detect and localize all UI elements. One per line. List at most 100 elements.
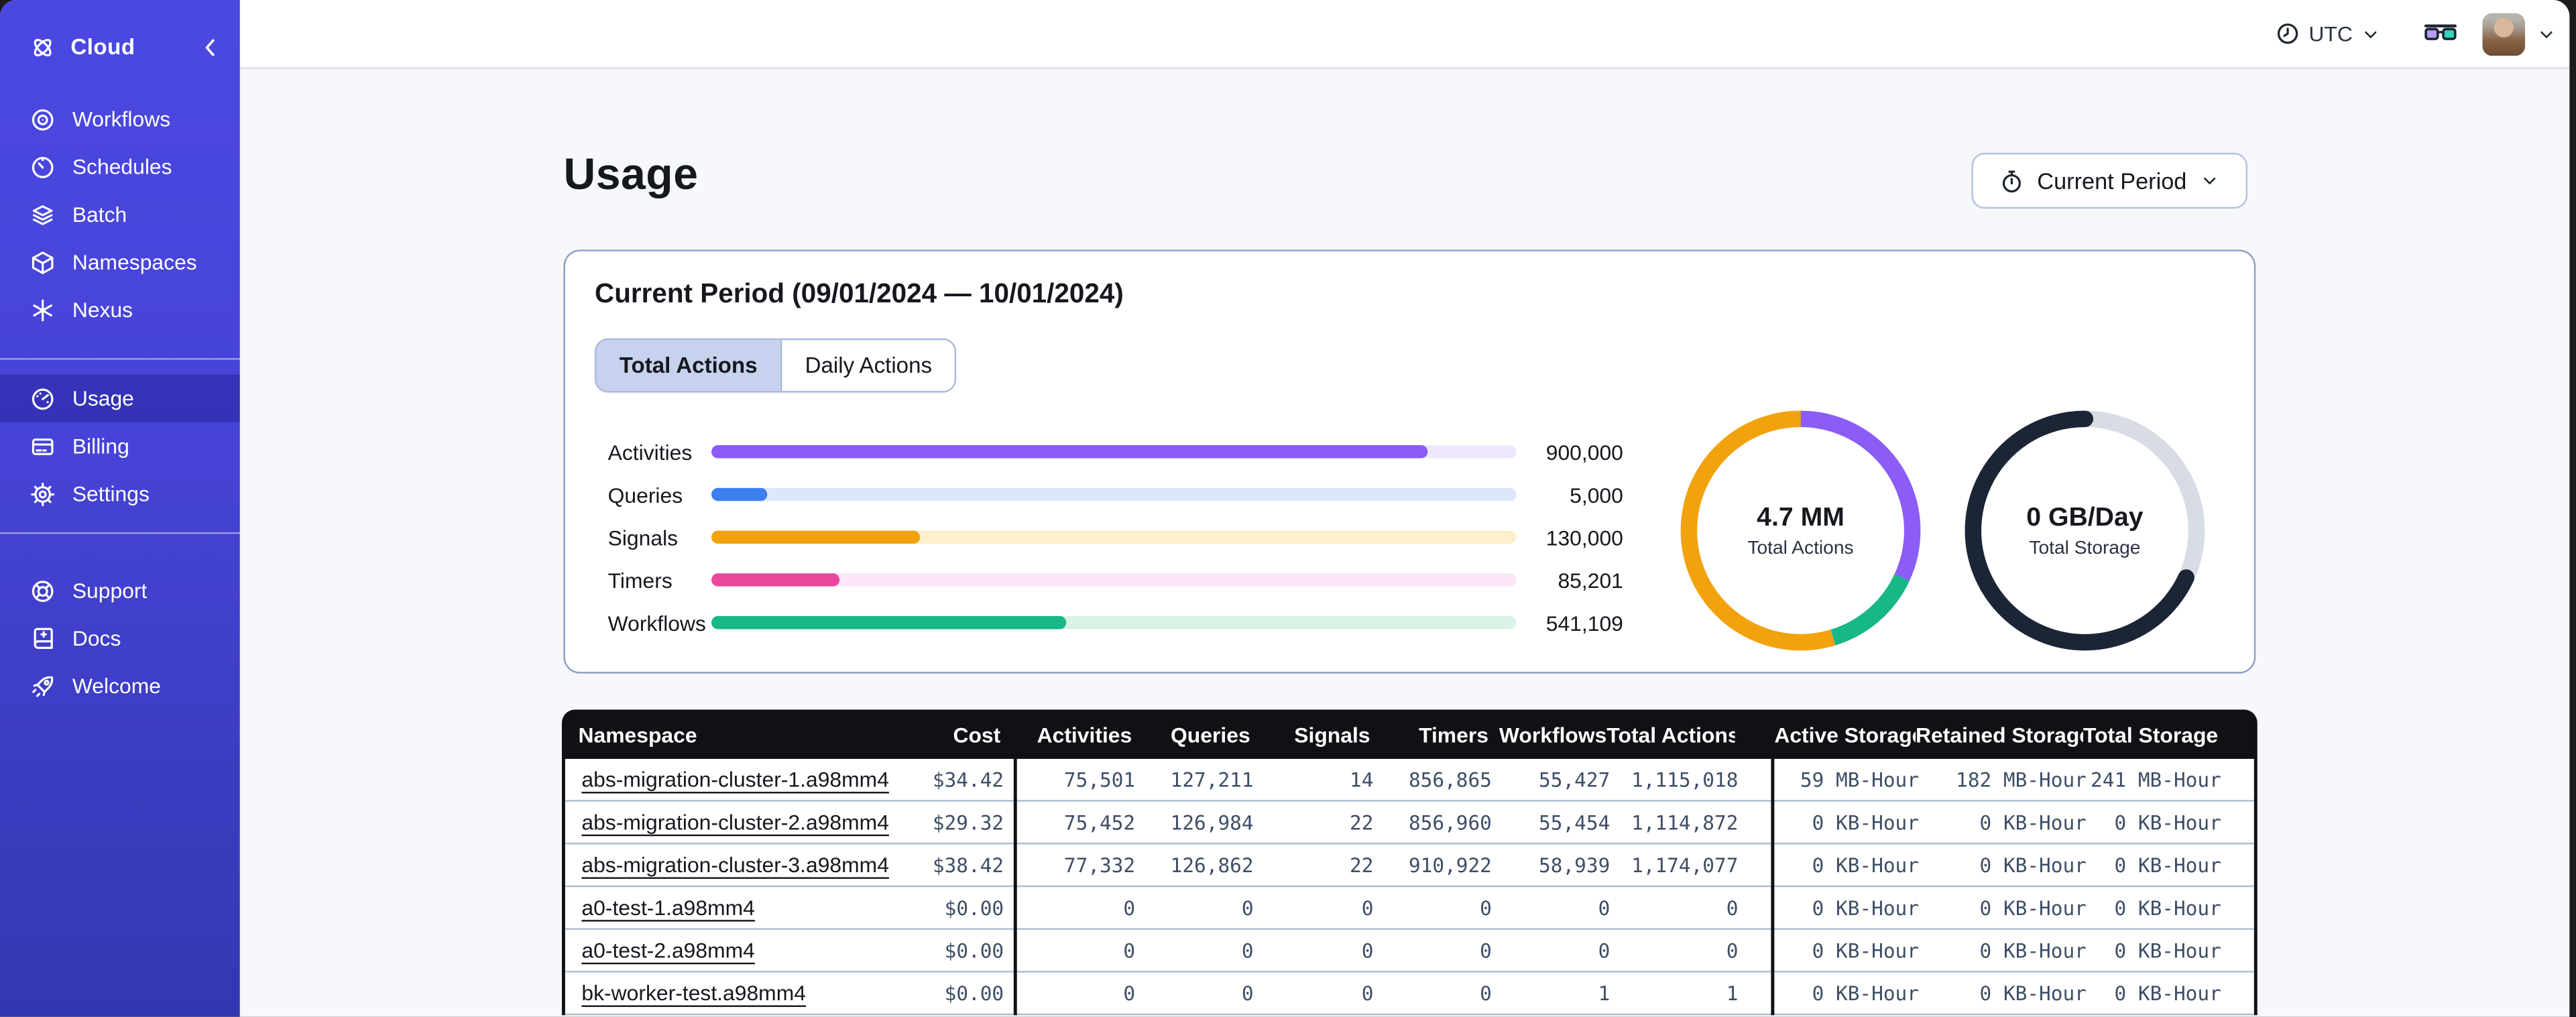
sidebar-item-billing[interactable]: Billing <box>0 422 240 470</box>
bar-label: Timers <box>607 567 672 593</box>
col-header-queries: Queries <box>1171 721 1250 747</box>
sidebar-brand-row: Cloud <box>0 23 240 70</box>
sidebar-item-welcome[interactable]: Welcome <box>0 662 240 709</box>
stopwatch-icon <box>2002 170 2021 192</box>
signals-cell: 22 <box>1350 811 1374 834</box>
bar-row-activities: Activities 900,000 <box>608 430 1623 473</box>
col-header-active-storage: Active Storage <box>1774 721 1916 747</box>
bar-track <box>711 445 1517 459</box>
active-storage-cell: 0 KB-Hour <box>1812 939 1919 962</box>
sidebar-item-usage[interactable]: Usage <box>0 374 240 422</box>
total-storage-cell: 0 KB-Hour <box>2114 939 2221 962</box>
signals-cell: 0 <box>1361 896 1374 919</box>
namespace-link[interactable]: abs-migration-cluster-3.a98mm4 <box>581 851 889 876</box>
namespace-usage-table: Namespace Cost Activities Queries Signal… <box>562 709 2258 1016</box>
queries-cell: 126,862 <box>1170 853 1254 877</box>
chevron-down-icon <box>2365 30 2377 38</box>
workflows-cell: 0 <box>1598 896 1611 919</box>
cost-cell: $0.00 <box>944 939 1004 962</box>
signals-cell: 14 <box>1350 768 1374 791</box>
active-storage-cell: 59 MB-Hour <box>1800 768 1919 791</box>
total-actions-cell: 0 <box>1726 896 1739 919</box>
sidebar-item-settings[interactable]: Settings <box>0 470 240 518</box>
retained-storage-cell: 0 KB-Hour <box>1979 811 2087 834</box>
timers-cell: 0 <box>1480 939 1492 962</box>
retained-storage-cell: 0 KB-Hour <box>1979 981 2087 1005</box>
actions-bar-chart: Activities 900,000 Queries 5,000 Signals… <box>608 430 1623 644</box>
bar-fill <box>711 615 1066 630</box>
namespace-link[interactable]: abs-migration-cluster-2.a98mm4 <box>581 809 889 834</box>
total-actions-cell: 1,174,077 <box>1631 853 1739 877</box>
bar-row-workflows: Workflows 541,109 <box>608 601 1623 644</box>
total-actions-donut: 4.7 MM Total Actions <box>1678 408 1924 654</box>
bar-fill <box>711 573 841 587</box>
cost-cell: $0.00 <box>944 981 1004 1005</box>
book-icon <box>30 625 56 651</box>
namespace-link[interactable]: a0-test-1.a98mm4 <box>581 894 755 919</box>
temporal-logo-icon <box>30 34 56 60</box>
gauge-icon <box>30 385 56 412</box>
col-header-timers: Timers <box>1419 721 1488 747</box>
cost-cell: $29.32 <box>932 811 1004 834</box>
activities-cell: 75,501 <box>1063 768 1136 791</box>
sidebar-collapse-button[interactable] <box>197 34 223 60</box>
donut-center: 4.7 MM Total Actions <box>1678 408 1924 654</box>
clock-icon <box>2278 23 2298 44</box>
sidebar-item-nexus[interactable]: Nexus <box>0 286 240 333</box>
sidebar-item-support[interactable]: Support <box>0 566 240 614</box>
activities-cell: 0 <box>1123 939 1136 962</box>
activities-cell: 0 <box>1123 896 1136 919</box>
timezone-selector[interactable]: UTC <box>2276 21 2380 46</box>
sidebar-item-namespaces[interactable]: Namespaces <box>0 238 240 286</box>
table-row: a0-test-1.a98mm4 $0.00 0 0 0 0 0 0 0 KB-… <box>565 887 2254 930</box>
bar-value: 541,109 <box>1545 610 1623 636</box>
timers-cell: 910,922 <box>1408 853 1492 877</box>
sidebar-brand-label: Cloud <box>70 34 135 60</box>
col-header-activities: Activities <box>1037 721 1132 747</box>
workflows-cell: 58,939 <box>1539 853 1611 877</box>
user-avatar[interactable] <box>2482 12 2526 56</box>
total-storage-cell: 0 KB-Hour <box>2114 896 2221 919</box>
queries-cell: 0 <box>1241 939 1254 962</box>
activities-cell: 0 <box>1123 981 1136 1005</box>
cost-cell: $34.42 <box>932 768 1004 791</box>
table-row: abs-migration-cluster-1.a98mm4 $34.42 75… <box>565 759 2254 802</box>
cost-cell: $0.00 <box>944 896 1004 919</box>
namespace-link[interactable]: a0-test-2.a98mm4 <box>581 937 755 962</box>
timezone-label: UTC <box>2308 21 2353 46</box>
sidebar: Cloud Workflows Schedules Batch Namespac… <box>0 0 240 1017</box>
timers-cell: 856,960 <box>1408 811 1492 834</box>
tab-daily-actions[interactable]: Daily Actions <box>780 340 955 392</box>
namespace-cube-icon <box>30 249 56 275</box>
retained-storage-cell: 0 KB-Hour <box>1979 939 2087 962</box>
sidebar-item-workflows[interactable]: Workflows <box>0 95 240 143</box>
namespace-link[interactable]: abs-migration-cluster-1.a98mm4 <box>581 766 889 791</box>
sidebar-divider <box>0 358 240 360</box>
workflows-icon <box>30 106 56 132</box>
gear-icon <box>30 481 56 507</box>
feedback-glasses-icon[interactable] <box>2423 22 2457 45</box>
account-menu-chevron-icon[interactable] <box>2536 24 2556 44</box>
retained-storage-cell: 0 KB-Hour <box>1979 853 2087 877</box>
tab-total-actions[interactable]: Total Actions <box>596 340 780 392</box>
sidebar-group-help: Support Docs Welcome <box>0 566 240 709</box>
period-selector-button[interactable]: Current Period <box>1971 152 2248 209</box>
active-storage-cell: 0 KB-Hour <box>1812 811 1919 834</box>
namespace-link[interactable]: bk-worker-test.a98mm4 <box>581 980 806 1005</box>
bar-label: Workflows <box>607 610 706 636</box>
col-header-signals: Signals <box>1294 721 1370 747</box>
bar-track <box>711 530 1517 544</box>
total-storage-cell: 0 KB-Hour <box>2114 811 2221 834</box>
sidebar-item-docs[interactable]: Docs <box>0 614 240 662</box>
activities-cell: 75,452 <box>1063 811 1136 834</box>
col-header-retained-storage: Retained Storage <box>1916 721 2083 747</box>
sidebar-group-account: Usage Billing Settings <box>0 374 240 518</box>
queries-cell: 126,984 <box>1170 811 1254 834</box>
retained-storage-cell: 182 MB-Hour <box>1956 768 2087 791</box>
total-actions-caption: Total Actions <box>1747 538 1854 558</box>
sidebar-item-schedules[interactable]: Schedules <box>0 143 240 190</box>
bar-value: 130,000 <box>1545 524 1623 550</box>
signals-cell: 22 <box>1350 853 1374 877</box>
bar-track <box>711 487 1517 501</box>
sidebar-item-batch[interactable]: Batch <box>0 190 240 238</box>
